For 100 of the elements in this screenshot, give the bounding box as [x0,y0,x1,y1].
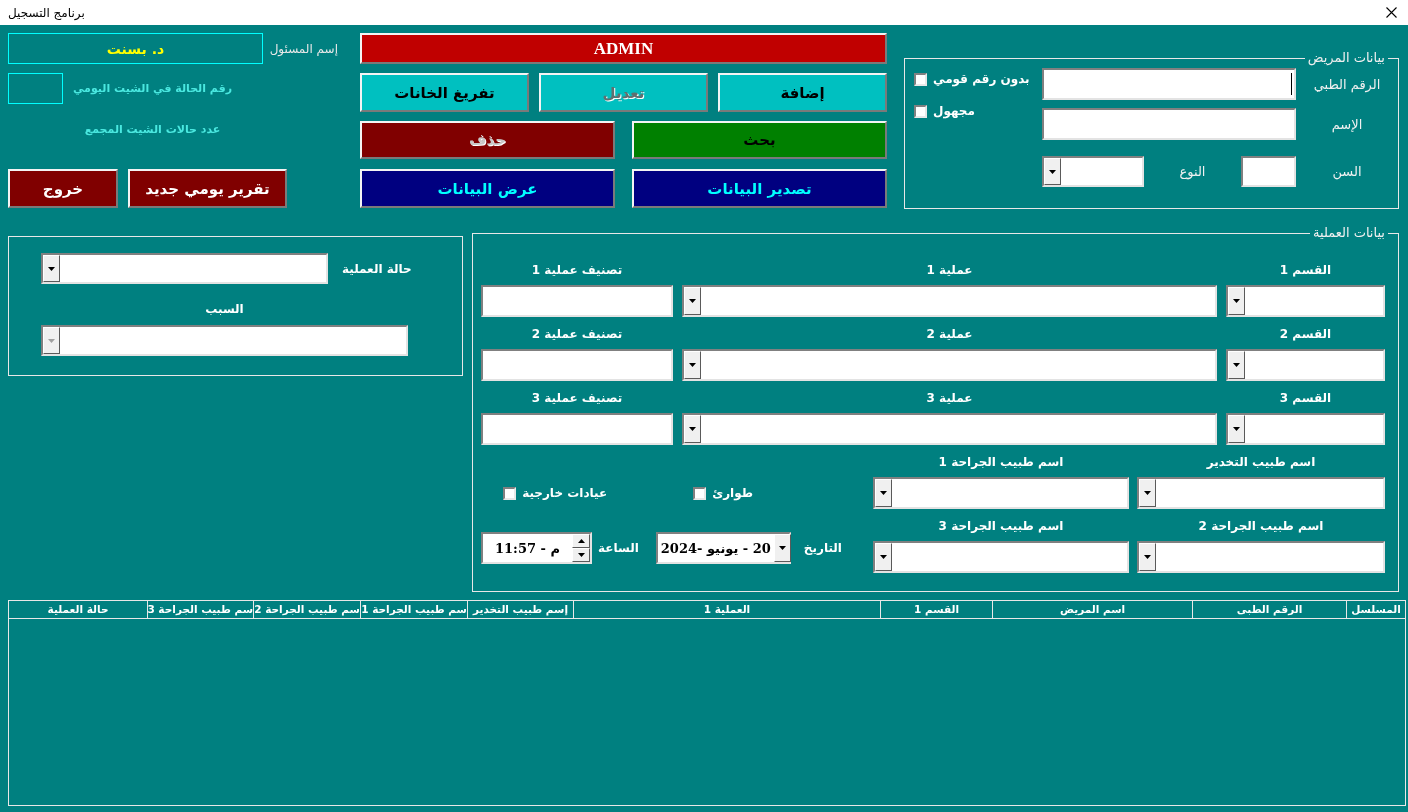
caret-icon [880,491,887,495]
column-header[interactable]: حالة العملية [9,601,147,618]
frame-title: بيانات العملية [1312,225,1386,241]
caret-icon [689,363,696,367]
close-icon [1385,7,1397,18]
action-button[interactable]: تقرير يومي جديد [128,169,287,208]
column-header[interactable]: سم طبيب الجراحة 3 [147,601,253,618]
text-field[interactable] [1241,156,1296,187]
field-label: القسم 2 [1279,327,1332,341]
checkbox-label: طوارئ [712,484,753,502]
checkbox[interactable] [914,105,927,118]
field-label: تصنيف عملية 1 [531,263,623,277]
dropdown-button[interactable] [1228,351,1245,379]
dropdown-button[interactable] [684,415,701,443]
field-label: النوع [1179,164,1206,179]
dropdown-field[interactable] [873,541,1129,573]
case-number-field[interactable] [8,73,63,104]
text-field[interactable] [1042,108,1296,140]
action-button[interactable]: تفريغ الخانات [360,73,529,112]
window-title: برنامج التسجيل [8,5,85,20]
dropdown-field[interactable] [1226,285,1385,317]
column-header[interactable]: الرقم الطبى [1192,601,1346,618]
checkbox[interactable] [914,73,927,86]
caret-icon [1049,169,1056,174]
field-label: حالة العملية [342,261,412,276]
user-banner: ADMIN [360,33,887,64]
checkbox[interactable] [693,486,707,500]
caret-up-icon [577,539,585,543]
text-field[interactable] [481,285,673,317]
field-label: اسم طبيب الجراحة 3 [938,519,1064,533]
dropdown-field[interactable] [1137,541,1385,573]
field-label: القسم 1 [1279,263,1332,277]
caret-icon [880,555,887,559]
dropdown-field[interactable] [1137,477,1385,509]
time-picker[interactable]: م - 11:57 [481,532,592,564]
dropdown-field[interactable] [1042,156,1144,187]
column-header[interactable]: سم طبيب الجراحة 2 [253,601,360,618]
field-label: السن [1332,164,1362,179]
column-header[interactable]: القسم 1 [880,601,992,618]
column-header[interactable]: العملية 1 [573,601,880,618]
field-label: رقم الحالة في الشيت اليومي [73,82,232,95]
dropdown-field[interactable] [682,413,1217,445]
caret-icon [48,266,55,271]
caret-icon [689,299,696,303]
action-button[interactable]: تصدير البيانات [632,169,887,208]
text-field[interactable] [481,413,673,445]
caret-icon [48,338,55,343]
field-label: عملية 3 [926,391,973,405]
dropdown-field[interactable] [1226,349,1385,381]
field-label: عدد حالات الشيت المجمع [84,122,221,136]
date-picker[interactable]: 20 - يونيو -2024 [655,532,791,564]
checkbox[interactable] [503,486,517,500]
dropdown-button[interactable] [875,543,892,571]
dropdown-field[interactable] [873,477,1129,509]
field-label: عملية 2 [926,327,973,341]
frame-title: بيانات المريض [1306,50,1386,66]
field-label: عملية 1 [926,263,973,277]
caret-icon [778,546,786,550]
dropdown-button[interactable] [684,351,701,379]
column-header[interactable]: اسم المريض [992,601,1192,618]
dropdown-button[interactable] [1228,415,1245,443]
column-header[interactable]: إسم طبيب التخدير [467,601,573,618]
field-label: القسم 3 [1279,391,1332,405]
action-button[interactable]: خروج [8,169,118,208]
dropdown-field[interactable] [1226,413,1385,445]
caret-icon [1144,555,1151,559]
dropdown-button[interactable] [1139,479,1156,507]
column-header[interactable]: المسلسل [1346,601,1405,618]
dropdown-button[interactable] [1139,543,1156,571]
field-label: السبب [205,301,244,318]
text-field[interactable] [481,349,673,381]
dropdown-button[interactable] [1044,158,1061,185]
field-label: التاريخ [803,541,842,555]
dropdown-field[interactable] [682,285,1217,317]
spin-down-button[interactable] [572,548,590,562]
action-button[interactable]: عرض البيانات [360,169,615,208]
dropdown-field[interactable] [682,349,1217,381]
column-header[interactable]: سم طبيب الجراحة 1 [360,601,467,618]
dropdown-button[interactable] [684,287,701,315]
dropdown-button[interactable] [1228,287,1245,315]
field-label: تصنيف عملية 3 [531,391,623,405]
caret-icon [577,553,585,557]
caret-icon [689,427,696,431]
field-label: الإسم [1331,116,1363,132]
dropdown-button[interactable] [773,534,791,562]
action-button[interactable]: إضافة [718,73,887,112]
action-button[interactable]: بحث [632,121,887,159]
spin-up-button[interactable] [572,534,590,548]
dropdown-field[interactable] [41,253,328,284]
dropdown-button[interactable] [43,255,60,282]
field-label: الرقم الطبي [1313,76,1381,92]
caret-icon [1233,299,1240,303]
caret-icon [1233,427,1240,431]
field-label: تصنيف عملية 2 [531,327,623,341]
dropdown-button[interactable] [875,479,892,507]
text-field[interactable] [1042,68,1296,100]
checkbox-label: عيادات خارجية [522,484,608,502]
field-label: اسم طبيب الجراحة 2 [1198,519,1324,533]
field-label: الساعة [598,541,639,555]
user-name-field[interactable]: د. بسنت [8,33,263,64]
